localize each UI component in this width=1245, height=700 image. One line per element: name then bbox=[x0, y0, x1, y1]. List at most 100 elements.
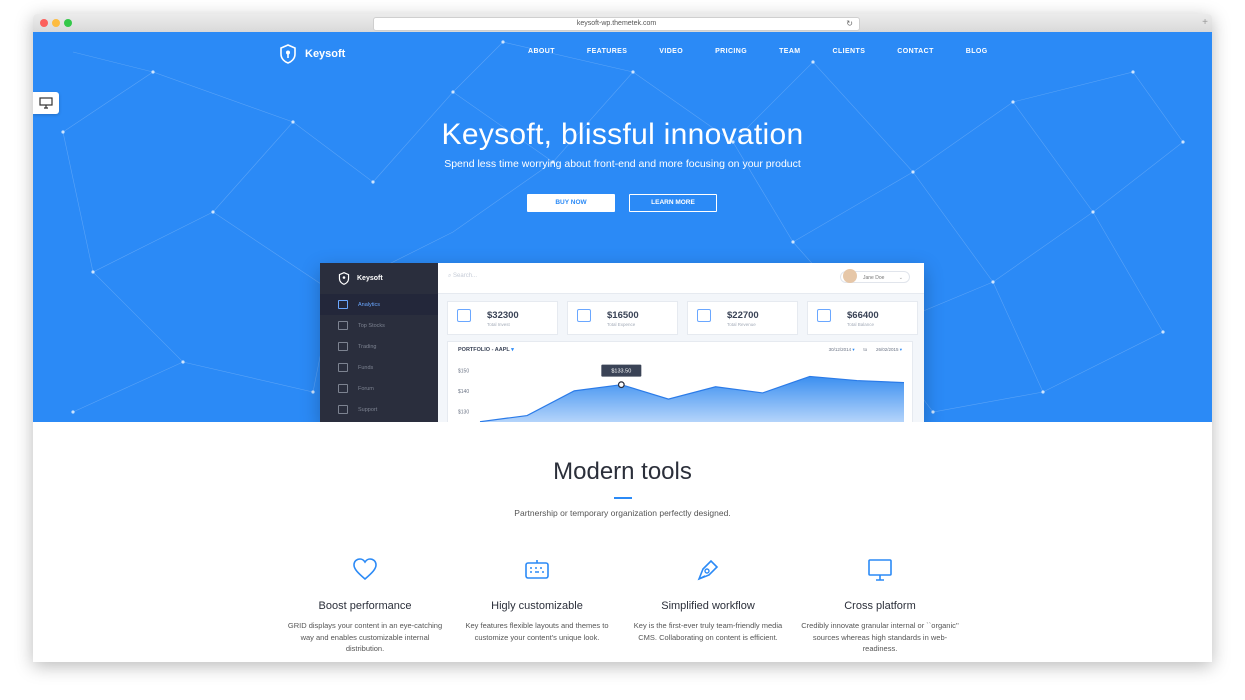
sidebar-item-support[interactable]: Support bbox=[320, 399, 438, 420]
nav-about[interactable]: ABOUT bbox=[528, 48, 555, 55]
stat-card: $32300 Total Invest bbox=[447, 301, 558, 335]
feature-title: Cross platform bbox=[844, 600, 916, 612]
nav-video[interactable]: VIDEO bbox=[659, 48, 683, 55]
main-nav: ABOUT FEATURES VIDEO PRICING TEAM CLIENT… bbox=[528, 48, 988, 55]
new-tab-button[interactable]: + bbox=[1202, 17, 1208, 29]
portfolio-chart: $150 $140 $130 $133.50 bbox=[458, 364, 905, 422]
dashboard-sidebar: Keysoft Analytics Top Stocks Trading Fun… bbox=[320, 263, 438, 422]
nav-features[interactable]: FEATURES bbox=[587, 48, 627, 55]
dashboard-search[interactable]: ⌕ Search... bbox=[448, 273, 477, 280]
learn-more-button[interactable]: LEARN MORE bbox=[629, 194, 717, 212]
site-logo[interactable]: Keysoft bbox=[279, 44, 345, 64]
stat-label: Total Revenue bbox=[727, 322, 756, 327]
user-name: Jane Doe bbox=[863, 275, 885, 281]
feature-title: Higly customizable bbox=[491, 600, 583, 612]
avatar bbox=[843, 269, 857, 283]
shield-key-icon bbox=[338, 272, 350, 285]
feature-desc: Key is the first-ever truly team-friendl… bbox=[633, 621, 783, 642]
feature-card: Higly customizable Key features flexible… bbox=[457, 557, 617, 643]
series-area bbox=[480, 376, 904, 422]
url-text: keysoft-wp.themetek.com bbox=[576, 20, 657, 27]
portfolio-panel: PORTFOLIO - AAPL ▾ 30/12/2014 ▾ to 26/02… bbox=[447, 341, 913, 422]
feature-card: Boost performance GRID displays your con… bbox=[285, 557, 445, 655]
heart-icon bbox=[353, 558, 377, 581]
section-subtitle: Partnership or temporary organization pe… bbox=[514, 508, 731, 518]
dashboard-preview: Keysoft Analytics Top Stocks Trading Fun… bbox=[320, 263, 924, 422]
dashboard-topbar: ⌕ Search... Jane Doe ⌄ bbox=[438, 263, 924, 294]
shield-key-icon bbox=[280, 44, 296, 64]
funds-icon bbox=[338, 363, 348, 372]
title-underline bbox=[614, 497, 632, 499]
stat-label: Total Expence bbox=[607, 322, 636, 327]
maximize-window-button[interactable] bbox=[64, 19, 72, 27]
device-preview-toggle[interactable] bbox=[33, 92, 59, 114]
nav-blog[interactable]: BLOG bbox=[966, 48, 988, 55]
layers-icon bbox=[697, 309, 711, 322]
keyboard-icon bbox=[525, 560, 549, 579]
sidebar-item-label: Trading bbox=[358, 343, 377, 350]
tooltip-value: $133.50 bbox=[611, 369, 631, 375]
stat-card: $22700 Total Revenue bbox=[687, 301, 798, 335]
stat-label: Total Invest bbox=[487, 322, 510, 327]
buy-now-button[interactable]: BUY NOW bbox=[527, 194, 615, 212]
stat-label: Total Balance bbox=[847, 322, 875, 327]
sidebar-item-label: Forum bbox=[358, 385, 374, 392]
hourglass-icon bbox=[817, 309, 831, 322]
chart-icon bbox=[577, 309, 591, 322]
y-tick-label: $150 bbox=[458, 368, 469, 374]
close-window-button[interactable] bbox=[40, 19, 48, 27]
sidebar-item-forum[interactable]: Forum bbox=[320, 378, 438, 399]
stat-value: $16500 bbox=[607, 310, 639, 321]
browser-window: keysoft-wp.themetek.com ↻ + Keysoft ABOU… bbox=[33, 14, 1212, 662]
pie-chart-icon bbox=[457, 309, 471, 322]
address-bar[interactable]: keysoft-wp.themetek.com ↻ bbox=[373, 17, 860, 31]
nav-contact[interactable]: CONTACT bbox=[897, 48, 934, 55]
feature-title: Boost performance bbox=[318, 600, 412, 612]
sidebar-item-funds[interactable]: Funds bbox=[320, 357, 438, 378]
stats-row: $32300 Total Invest $16500 Total Expence $… bbox=[447, 301, 918, 335]
reload-icon[interactable]: ↻ bbox=[846, 18, 853, 30]
sidebar-item-label: Support bbox=[358, 406, 378, 413]
nav-team[interactable]: TEAM bbox=[779, 48, 800, 55]
minimize-window-button[interactable] bbox=[52, 19, 60, 27]
data-point-highlight[interactable] bbox=[617, 381, 625, 389]
stat-card: $16500 Total Expence bbox=[567, 301, 678, 335]
brand-name: Keysoft bbox=[305, 48, 346, 60]
feature-desc: Key features flexible layouts and themes… bbox=[465, 621, 609, 642]
sidebar-item-trading[interactable]: Trading bbox=[320, 336, 438, 357]
browser-titlebar: keysoft-wp.themetek.com ↻ + bbox=[33, 14, 1212, 33]
nav-pricing[interactable]: PRICING bbox=[715, 48, 747, 55]
sidebar-item-top-stocks[interactable]: Top Stocks bbox=[320, 315, 438, 336]
feature-card: Simplified workflow Key is the first-eve… bbox=[628, 557, 788, 643]
monitor-icon bbox=[39, 97, 53, 109]
stat-value: $22700 bbox=[727, 310, 759, 321]
chevron-down-icon: ⌄ bbox=[898, 275, 903, 281]
bar-chart-icon bbox=[338, 321, 348, 330]
dashboard-brand-name: Keysoft bbox=[357, 275, 383, 282]
y-tick-label: $140 bbox=[458, 389, 469, 395]
stat-value: $32300 bbox=[487, 310, 519, 321]
stat-card: $66400 Total Balance bbox=[807, 301, 918, 335]
nav-clients[interactable]: CLIENTS bbox=[833, 48, 866, 55]
search-placeholder: Search... bbox=[453, 273, 478, 279]
dashboard-brand: Keysoft bbox=[320, 263, 438, 294]
trading-icon bbox=[338, 342, 348, 351]
pen-icon bbox=[697, 559, 719, 581]
hero-title: Keysoft, blissful innovation bbox=[441, 118, 804, 151]
search-icon: ⌕ bbox=[448, 273, 452, 279]
support-icon bbox=[338, 405, 348, 414]
section-title: Modern tools bbox=[553, 458, 692, 485]
monitor-icon bbox=[868, 559, 892, 581]
feature-card: Cross platform Credibly innovate granula… bbox=[800, 557, 960, 655]
hero-subtitle: Spend less time worrying about front-end… bbox=[444, 158, 801, 170]
y-tick-label: $130 bbox=[458, 409, 469, 415]
sidebar-item-analytics[interactable]: Analytics bbox=[320, 294, 438, 315]
feature-desc: Credibly innovate granular internal or `… bbox=[801, 621, 959, 653]
user-menu[interactable]: Jane Doe ⌄ bbox=[840, 269, 910, 283]
sidebar-item-label: Analytics bbox=[358, 301, 381, 308]
feature-title: Simplified workflow bbox=[661, 600, 755, 612]
forum-icon bbox=[338, 384, 348, 393]
hero-section: Keysoft ABOUT FEATURES VIDEO PRICING TEA… bbox=[33, 32, 1212, 422]
analytics-icon bbox=[338, 300, 348, 309]
dashboard-main: ⌕ Search... Jane Doe ⌄ $32300 Total Inves… bbox=[438, 263, 924, 422]
